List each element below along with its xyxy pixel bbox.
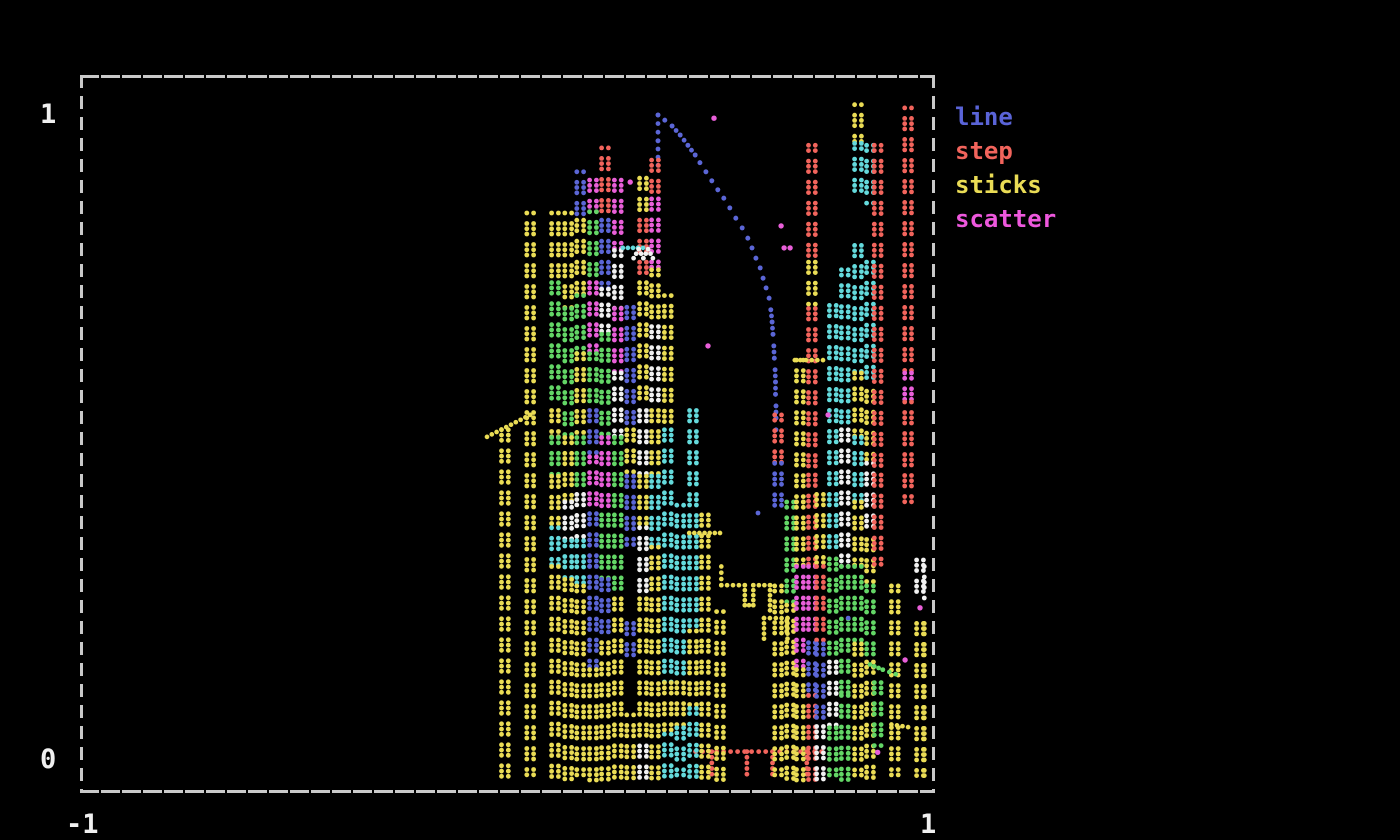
legend-item-scatter: scatter — [955, 202, 1056, 236]
legend: line step sticks scatter — [955, 100, 1056, 236]
x-axis-tick-left: -1 — [66, 810, 99, 840]
chart-dots-canvas — [0, 0, 1400, 840]
legend-item-sticks: sticks — [955, 168, 1056, 202]
y-axis-tick-top: 1 — [40, 100, 56, 130]
x-axis-tick-right: 1 — [920, 810, 936, 840]
legend-item-line: line — [955, 100, 1056, 134]
legend-item-step: step — [955, 134, 1056, 168]
terminal-window: 1 0 -1 1 line step sticks scatter — [0, 0, 1400, 840]
y-axis-tick-bottom: 0 — [40, 745, 56, 775]
